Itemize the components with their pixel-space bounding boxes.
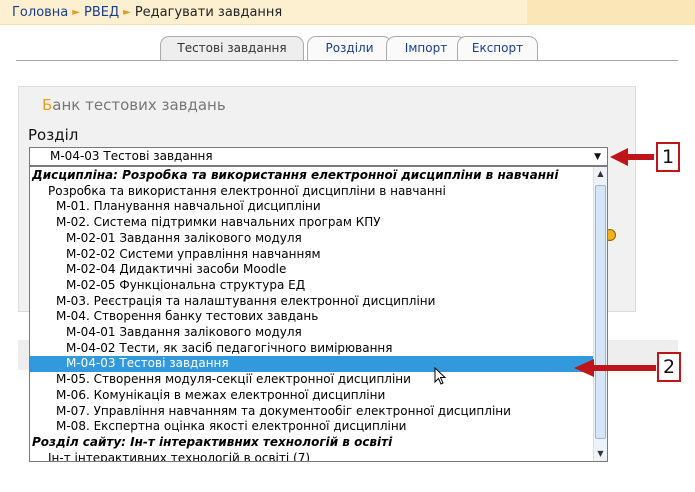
breadcrumb-home-link[interactable]: Головна xyxy=(12,5,68,20)
list-item[interactable]: M-06. Комунікація в межах електронної ди… xyxy=(30,388,595,404)
dropdown-scrollbar[interactable]: ▲ ▼ xyxy=(593,167,607,461)
tab-questions[interactable]: Тестові завдання xyxy=(160,36,304,61)
tab-categories[interactable]: Розділи xyxy=(307,36,392,60)
scroll-down-icon[interactable]: ▼ xyxy=(594,447,607,461)
scrollbar-thumb[interactable] xyxy=(595,185,606,439)
list-item[interactable]: Ін-т інтерактивних технологій в освіті (… xyxy=(30,451,595,461)
tab-export[interactable]: Експорт xyxy=(457,36,538,60)
option-group-header: Дисципліна: Розробка та використання еле… xyxy=(32,168,559,182)
list-item[interactable]: M-02. Система підтримки навчальних прогр… xyxy=(30,215,595,231)
list-item[interactable]: M-02-01 Завдання залікового модуля xyxy=(30,231,595,247)
tabs-divider xyxy=(16,60,678,61)
breadcrumb-separator-icon: ► xyxy=(123,7,131,18)
category-select[interactable]: M-04-03 Тестові завдання ▼ xyxy=(29,147,608,166)
breadcrumb-course-link[interactable]: РВЕД xyxy=(84,5,119,20)
list-item[interactable]: M-04-01 Завдання залікового модуля xyxy=(30,325,595,341)
list-item[interactable]: M-02-05 Функціональна структура ЕД xyxy=(30,278,595,294)
category-select-value: M-04-03 Тестові завдання xyxy=(50,149,213,163)
category-dropdown-list[interactable]: Дисципліна: Розробка та використання еле… xyxy=(29,166,608,462)
list-item[interactable]: M-05. Створення модуля-секції електронно… xyxy=(30,372,595,388)
list-item[interactable]: M-01. Планування навчальної дисципліни xyxy=(30,199,595,215)
list-item[interactable]: Розробка та використання електронної дис… xyxy=(30,184,595,200)
breadcrumb: Головна ► РВЕД ► Редагувати завдання xyxy=(12,5,282,20)
list-item[interactable]: M-08. Експертна оцінка якості електронно… xyxy=(30,419,595,435)
list-item[interactable]: M-03. Реєстрація та налаштування електро… xyxy=(30,294,595,310)
category-label: Розділ xyxy=(28,126,79,144)
list-item[interactable]: M-04-02 Тести, як засіб педагогічного ви… xyxy=(30,341,595,357)
mouse-cursor-icon xyxy=(434,367,446,385)
list-item[interactable]: M-04. Створення банку тестових завдань xyxy=(30,309,595,325)
callout-1-badge: 1 xyxy=(656,142,680,172)
tab-import[interactable]: Імпорт xyxy=(386,36,466,60)
list-item[interactable]: M-02-04 Дидактичні засоби Moodle xyxy=(30,262,595,278)
box-title: Банк тестових завдань xyxy=(42,96,226,114)
breadcrumb-bar: Головна ► РВЕД ► Редагувати завдання xyxy=(0,0,695,25)
list-item[interactable]: M-02-02 Системи управління навчанням xyxy=(30,247,595,263)
breadcrumb-bar-strip xyxy=(527,0,695,25)
breadcrumb-separator-icon: ► xyxy=(72,7,80,18)
selected-option[interactable]: M-04-03 Тестові завдання xyxy=(30,356,595,373)
callout-2-badge: 2 xyxy=(657,352,681,382)
callout-2-arrow-icon xyxy=(574,359,656,377)
chevron-down-icon[interactable]: ▼ xyxy=(594,149,601,165)
list-item[interactable]: M-07. Управління навчанням та документоо… xyxy=(30,404,595,420)
callout-1-arrow-icon xyxy=(610,148,654,166)
scroll-up-icon[interactable]: ▲ xyxy=(594,167,607,181)
option-group-header: Розділ сайту: Ін-т інтерактивних техноло… xyxy=(32,434,393,449)
breadcrumb-current: Редагувати завдання xyxy=(134,5,283,20)
